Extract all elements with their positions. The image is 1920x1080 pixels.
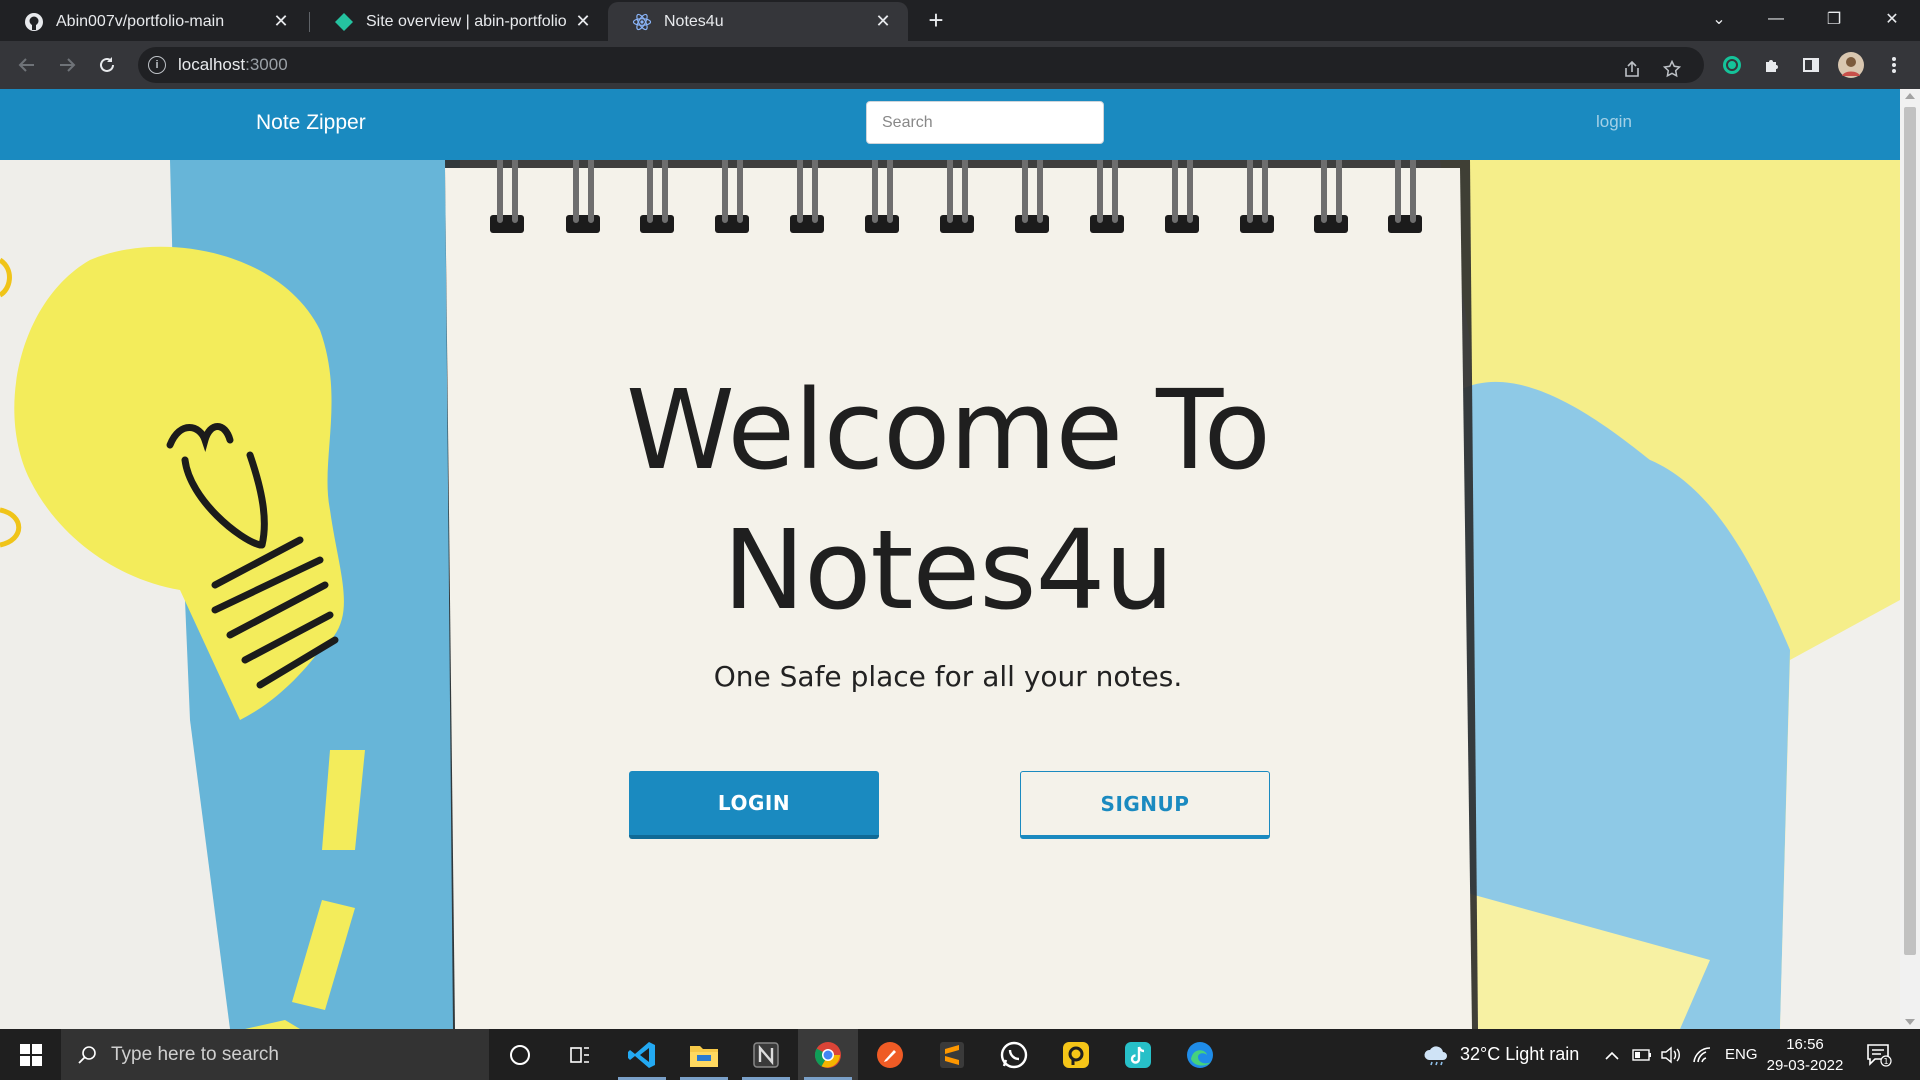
task-view-icon[interactable] xyxy=(550,1029,610,1080)
reload-icon[interactable] xyxy=(93,51,121,79)
battery-icon[interactable] xyxy=(1632,1029,1652,1080)
tab-search-icon[interactable]: ⌄ xyxy=(1691,0,1747,38)
edge-icon[interactable] xyxy=(1170,1029,1230,1080)
wifi-icon[interactable] xyxy=(1692,1029,1712,1080)
vscode-icon[interactable] xyxy=(612,1029,672,1080)
scrollbar-thumb[interactable] xyxy=(1904,107,1916,955)
tab-title: Abin007v/portfolio-main xyxy=(56,12,225,30)
nav-login-link[interactable]: login xyxy=(1596,112,1632,132)
page-viewport: Note Zipper login Welcome To Notes4u One… xyxy=(0,89,1900,1029)
forward-icon[interactable] xyxy=(53,51,81,79)
bookmark-star-icon[interactable] xyxy=(1658,55,1686,83)
close-icon[interactable]: ✕ xyxy=(872,11,894,33)
extensions-icon[interactable] xyxy=(1758,51,1786,79)
tab-github[interactable]: Abin007v/portfolio-main ✕ xyxy=(0,2,306,41)
language-indicator[interactable]: ENG xyxy=(1725,1029,1758,1080)
windows-taskbar: Type here to search 32°C Light rain ENG … xyxy=(0,1029,1920,1080)
grammarly-icon[interactable] xyxy=(1718,51,1746,79)
notification-center-icon[interactable]: 1 xyxy=(1866,1029,1892,1080)
navbar: Note Zipper login xyxy=(0,89,1900,160)
browser-tab-strip: Abin007v/portfolio-main ✕ Site overview … xyxy=(0,0,1920,41)
login-button[interactable]: LOGIN xyxy=(629,771,879,839)
profile-avatar[interactable] xyxy=(1837,51,1865,79)
tab-netlify[interactable]: Site overview | abin-portfolio ✕ xyxy=(310,2,608,41)
search-input[interactable] xyxy=(866,101,1104,144)
close-icon[interactable]: ✕ xyxy=(572,11,594,33)
whatsapp-icon[interactable] xyxy=(984,1029,1044,1080)
side-panel-icon[interactable] xyxy=(1797,51,1825,79)
tab-title: Site overview | abin-portfolio xyxy=(366,12,567,30)
close-window-icon[interactable]: ✕ xyxy=(1864,0,1920,38)
sublime-text-icon[interactable] xyxy=(922,1029,982,1080)
scroll-down-icon[interactable] xyxy=(1905,1019,1915,1025)
github-icon xyxy=(25,12,43,31)
tab-title: Notes4u xyxy=(664,12,724,30)
restore-icon[interactable]: ❐ xyxy=(1806,0,1862,38)
info-icon[interactable]: i xyxy=(148,56,166,74)
url-text[interactable]: localhost:3000 xyxy=(178,55,288,75)
show-hidden-icons-icon[interactable] xyxy=(1604,1029,1620,1080)
close-icon[interactable]: ✕ xyxy=(270,11,292,33)
taskbar-search-placeholder: Type here to search xyxy=(111,1043,279,1065)
signup-button[interactable]: SIGNUP xyxy=(1020,771,1270,839)
clock-time: 16:56 xyxy=(1786,1036,1824,1053)
hero-subtitle: One Safe place for all your notes. xyxy=(713,660,1183,693)
minimize-icon[interactable]: — xyxy=(1748,0,1804,38)
clock-date: 29-03-2022 xyxy=(1766,1057,1844,1074)
hero-title-line2: Notes4u xyxy=(722,506,1174,634)
address-bar[interactable]: i localhost:3000 xyxy=(138,47,1704,83)
share-icon[interactable] xyxy=(1618,55,1646,83)
taskbar-clock[interactable]: 16:56 29-03-2022 xyxy=(1760,1034,1850,1076)
cortana-icon[interactable] xyxy=(490,1029,550,1080)
tiktok-icon[interactable] xyxy=(1108,1029,1168,1080)
notion-icon[interactable] xyxy=(736,1029,796,1080)
new-tab-button[interactable]: + xyxy=(922,5,950,35)
notification-count: 1 xyxy=(1883,1057,1888,1066)
search-icon xyxy=(78,1045,96,1064)
hero-title-line1: Welcome To xyxy=(626,366,1271,494)
scroll-up-icon[interactable] xyxy=(1905,93,1915,99)
plex-icon[interactable] xyxy=(1046,1029,1106,1080)
hero-section: Welcome To Notes4u One Safe place for al… xyxy=(0,160,1900,1029)
netlify-icon xyxy=(335,12,353,31)
taskbar-search-box[interactable]: Type here to search xyxy=(61,1029,489,1080)
hero-title: Welcome To Notes4u xyxy=(448,360,1448,640)
browser-menu-icon[interactable] xyxy=(1880,51,1908,79)
weather-text: 32°C Light rain xyxy=(1460,1044,1580,1064)
postman-icon[interactable] xyxy=(860,1029,920,1080)
weather-widget[interactable]: 32°C Light rain xyxy=(1422,1029,1579,1080)
back-icon[interactable] xyxy=(13,51,41,79)
tab-notes4u[interactable]: Notes4u ✕ xyxy=(608,2,908,41)
browser-toolbar: i localhost:3000 xyxy=(0,41,1920,89)
volume-icon[interactable] xyxy=(1660,1029,1682,1080)
brand-link[interactable]: Note Zipper xyxy=(256,111,366,135)
file-explorer-icon[interactable] xyxy=(674,1029,734,1080)
cloud-rain-icon xyxy=(1424,1045,1447,1065)
windows-start-icon[interactable] xyxy=(0,1029,61,1080)
react-icon xyxy=(632,13,652,30)
chrome-icon[interactable] xyxy=(798,1029,858,1080)
page-scrollbar[interactable] xyxy=(1900,89,1920,1029)
